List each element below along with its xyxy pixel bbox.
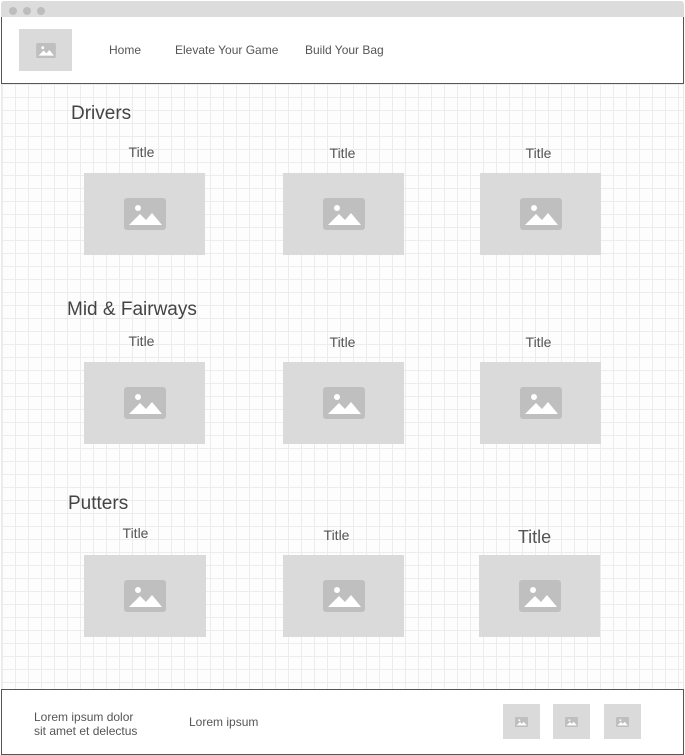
card-image[interactable] xyxy=(283,362,404,444)
product-grid-area: Drivers Title Title Title Mid & Fairways… xyxy=(1,84,684,689)
image-placeholder-icon xyxy=(35,42,56,58)
image-placeholder-icon xyxy=(515,716,528,727)
card-image[interactable] xyxy=(479,555,600,637)
image-placeholder-icon xyxy=(616,716,629,727)
card-image[interactable] xyxy=(480,173,601,255)
card-image[interactable] xyxy=(84,362,205,444)
image-placeholder-icon xyxy=(322,387,365,419)
section-heading-mid-fairways: Mid & Fairways xyxy=(67,299,197,320)
card-image[interactable] xyxy=(283,173,404,255)
image-placeholder-icon xyxy=(519,387,562,419)
card-title: Title xyxy=(323,527,350,543)
footer-link[interactable]: Lorem ipsum xyxy=(189,715,258,729)
card-image[interactable] xyxy=(84,555,206,637)
social-link[interactable] xyxy=(553,704,590,739)
browser-window: Home Elevate Your Game Build Your Bag Dr… xyxy=(0,0,685,755)
card-title: Title xyxy=(525,145,552,161)
image-placeholder-icon xyxy=(123,387,166,419)
image-placeholder-icon xyxy=(123,198,166,230)
card-image[interactable] xyxy=(283,555,404,637)
nav-build-your-bag-link[interactable]: Build Your Bag xyxy=(305,43,384,57)
window-minimize-dot[interactable] xyxy=(23,7,31,15)
logo-placeholder[interactable] xyxy=(19,29,72,71)
site-footer: Lorem ipsum dolor sit amet et delectus L… xyxy=(1,689,684,755)
footer-text-line: Lorem ipsum dolor xyxy=(34,710,134,724)
card-title: Title xyxy=(525,334,552,350)
window-maximize-dot[interactable] xyxy=(37,7,45,15)
window-titlebar xyxy=(1,1,684,17)
window-close-dot[interactable] xyxy=(9,7,17,15)
social-link[interactable] xyxy=(604,704,641,739)
section-heading-putters: Putters xyxy=(68,493,129,514)
site-header: Home Elevate Your Game Build Your Bag xyxy=(1,17,684,84)
image-placeholder-icon xyxy=(124,580,166,612)
nav-elevate-your-game-link[interactable]: Elevate Your Game xyxy=(175,43,278,57)
nav-home-link[interactable]: Home xyxy=(109,43,141,57)
section-heading-drivers: Drivers xyxy=(71,103,132,124)
card-title: Title xyxy=(517,527,552,547)
card-image[interactable] xyxy=(84,173,205,255)
card-title: Title xyxy=(122,525,149,541)
footer-description: Lorem ipsum dolor sit amet et delectus xyxy=(34,710,137,738)
card-title: Title xyxy=(329,334,356,350)
card-title: Title xyxy=(329,145,356,161)
image-placeholder-icon xyxy=(519,198,562,230)
card-title: Title xyxy=(128,333,155,349)
card-title: Title xyxy=(128,144,155,160)
footer-text-line: sit amet et delectus xyxy=(34,724,138,738)
image-placeholder-icon xyxy=(322,580,365,612)
image-placeholder-icon xyxy=(518,580,561,612)
card-image[interactable] xyxy=(480,362,601,444)
image-placeholder-icon xyxy=(565,716,578,727)
image-placeholder-icon xyxy=(322,198,365,230)
social-link[interactable] xyxy=(503,704,540,739)
